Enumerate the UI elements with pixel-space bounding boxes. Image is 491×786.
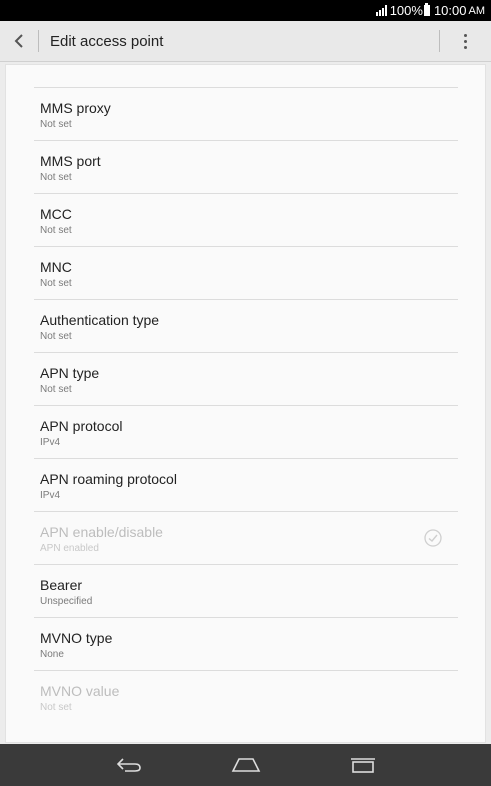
setting-item[interactable]: MNC Not set	[34, 247, 458, 300]
nav-recents-icon	[350, 758, 375, 773]
check-circle-icon	[424, 529, 442, 547]
nav-back-icon	[116, 758, 141, 772]
battery-icon	[423, 3, 430, 16]
setting-item[interactable]: APN protocol IPv4	[34, 406, 458, 459]
action-bar: Edit access point	[0, 21, 491, 62]
setting-item[interactable]: MCC Not set	[34, 194, 458, 247]
setting-label: APN protocol	[40, 418, 123, 434]
setting-value: IPv4	[40, 490, 61, 501]
setting-value: Not set	[40, 119, 72, 130]
overflow-menu-button[interactable]	[440, 21, 491, 62]
setting-item[interactable]: Bearer Unspecified	[34, 565, 458, 618]
setting-value: Not set	[40, 331, 72, 342]
setting-label: MNC	[40, 259, 72, 275]
signal-icon	[375, 5, 387, 16]
setting-value: Not set	[40, 702, 72, 713]
status-bar: 100% 10:00 AM	[0, 0, 491, 21]
nav-home-icon	[231, 758, 260, 772]
overflow-menu-icon-dot	[464, 45, 467, 49]
clock-time: 10:00	[433, 3, 467, 18]
back-button[interactable]	[0, 21, 38, 62]
setting-value: Not set	[40, 172, 72, 183]
overflow-menu-icon-dot	[464, 39, 467, 43]
navigation-bar	[0, 744, 491, 786]
settings-card: MMS proxy Not set MMS port Not set MCC Not se…	[5, 64, 486, 743]
setting-label: MMS port	[40, 153, 101, 169]
setting-label: Bearer	[40, 577, 83, 593]
page-title: Edit access point	[50, 32, 164, 50]
setting-item[interactable]: MVNO type None	[34, 618, 458, 671]
nav-back-button[interactable]	[99, 744, 159, 786]
setting-value: Not set	[40, 225, 72, 236]
setting-label: MMS proxy	[40, 100, 111, 116]
setting-value: Unspecified	[40, 596, 93, 607]
setting-label: APN enable/disable	[40, 524, 163, 540]
setting-value: APN enabled	[40, 543, 99, 554]
overflow-menu-icon	[464, 33, 467, 37]
setting-label: MVNO value	[40, 683, 120, 699]
setting-item[interactable]: APN roaming protocol IPv4	[34, 459, 458, 512]
setting-item[interactable]: Authentication type Not set	[34, 300, 458, 353]
setting-label: Authentication type	[40, 312, 160, 328]
battery-percent: 100%	[389, 3, 423, 18]
settings-list: MMS proxy Not set MMS port Not set MCC Not se…	[34, 87, 458, 724]
setting-value: None	[40, 649, 64, 660]
setting-label: APN roaming protocol	[40, 471, 177, 487]
back-arrow-icon	[14, 34, 23, 48]
setting-label: MCC	[40, 206, 72, 222]
nav-recents-button[interactable]	[333, 744, 393, 786]
clock-ampm: AM	[468, 4, 486, 17]
setting-label: MVNO type	[40, 630, 113, 646]
setting-value: Not set	[40, 278, 72, 289]
setting-item: MVNO value Not set	[34, 671, 458, 724]
setting-value: Not set	[40, 384, 72, 395]
setting-item[interactable]: MMS port Not set	[34, 141, 458, 194]
setting-item[interactable]: APN type Not set	[34, 353, 458, 406]
nav-home-button[interactable]	[216, 744, 276, 786]
setting-value: IPv4	[40, 437, 61, 448]
setting-label: APN type	[40, 365, 100, 381]
setting-item: APN enable/disable APN enabled	[34, 512, 458, 565]
setting-item[interactable]: MMS proxy Not set	[34, 88, 458, 141]
